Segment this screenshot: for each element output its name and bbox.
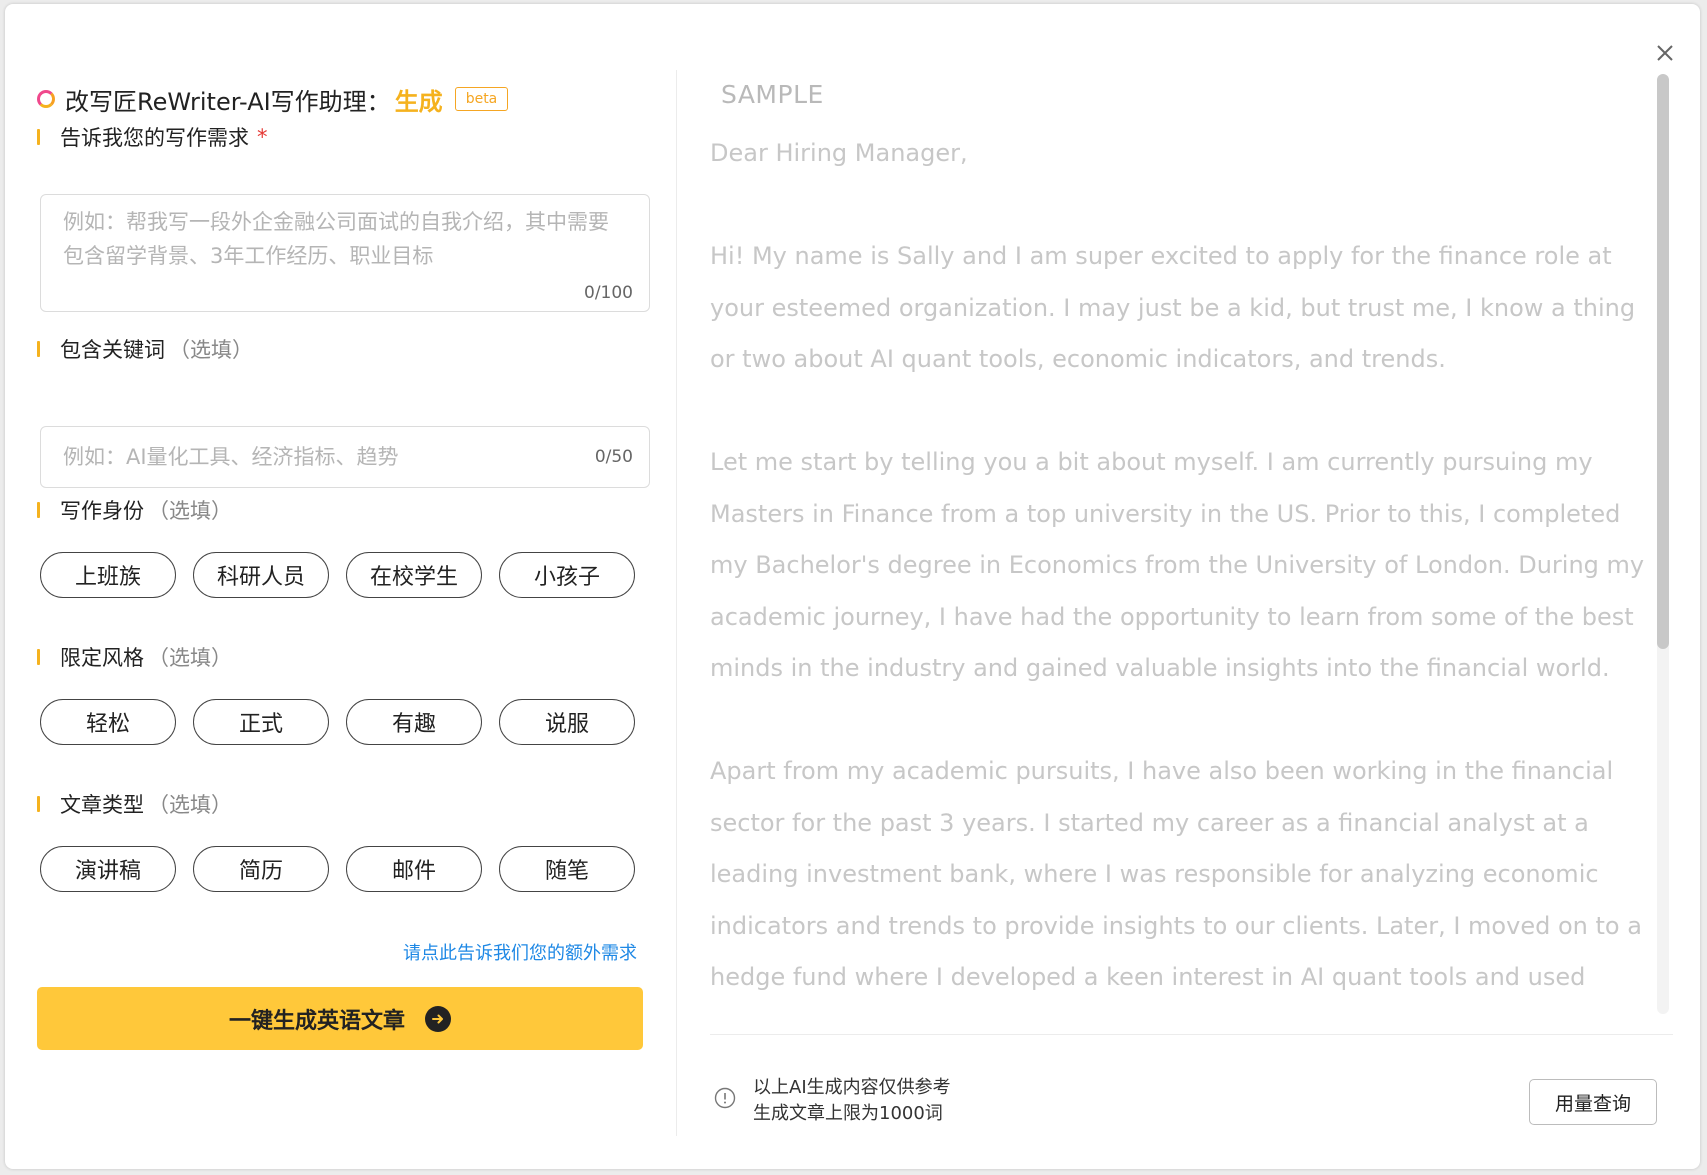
style-options: 轻松 正式 有趣 说服 [40,699,635,745]
style-option[interactable]: 有趣 [346,699,482,745]
required-mark: * [257,125,268,149]
sample-letter: Dear Hiring Manager, Hi! My name is Sall… [710,128,1650,1014]
article-type-option[interactable]: 邮件 [346,846,482,892]
disclaimer-note: 以上AI生成内容仅供参考 [753,1077,951,1098]
style-label-text: 限定风格 [60,646,144,670]
modal-title: 改写匠ReWriter-AI写作助理： 生成 beta [37,81,509,117]
generate-button-label: 一键生成英语文章 [228,1008,405,1034]
identity-option[interactable]: 小孩子 [499,552,635,598]
identity-options: 上班族 科研人员 在校学生 小孩子 [40,552,635,598]
usage-query-button[interactable]: 用量查询 [1529,1079,1657,1125]
section-marker [37,796,40,812]
identity-option[interactable]: 在校学生 [346,552,482,598]
letter-paragraph: Let me start by telling you a bit about … [710,448,1645,682]
requirement-textarea[interactable]: 例如：帮我写一段外企金融公司面试的自我介绍，其中需要包含留学背景、3年工作经历、… [40,194,650,312]
requirement-label: 告诉我您的写作需求 * [37,122,268,152]
section-marker [37,129,40,145]
scrollbar[interactable] [1657,74,1669,1014]
generate-button[interactable]: 一键生成英语文章 [37,987,643,1050]
keywords-label: 包含关键词 （选填） [37,334,253,364]
article-type-label: 文章类型 （选填） [37,789,232,819]
article-type-label-text: 文章类型 [60,793,144,817]
letter-paragraph: Hi! My name is Sally and I am super exci… [710,242,1636,373]
close-icon[interactable] [1650,38,1680,68]
identity-option[interactable]: 上班族 [40,552,176,598]
identity-label-text: 写作身份 [60,499,144,523]
word-limit-note: 生成文章上限为1000词 [753,1103,943,1124]
section-marker [37,502,40,518]
optional-hint: （选填） [148,793,232,817]
info-icon [714,1087,736,1109]
article-type-option[interactable]: 简历 [193,846,329,892]
article-type-option[interactable]: 演讲稿 [40,846,176,892]
rewriter-modal: 改写匠ReWriter-AI写作助理： 生成 beta 告诉我您的写作需求 * … [5,4,1700,1169]
requirement-placeholder: 例如：帮我写一段外企金融公司面试的自我介绍，其中需要包含留学背景、3年工作经历、… [63,210,609,268]
logo-ring-icon [37,90,55,108]
extra-requirement-link[interactable]: 请点此告诉我们您的额外需求 [403,939,637,965]
optional-hint: （选填） [148,499,232,523]
identity-label: 写作身份 （选填） [37,495,232,525]
section-marker [37,341,40,357]
beta-badge: beta [454,87,509,111]
title-mode: 生成 [394,87,443,116]
letter-paragraph: Apart from my academic pursuits, I have … [710,757,1642,991]
section-marker [37,649,40,665]
keywords-placeholder: 例如：AI量化工具、经济指标、趋势 [63,445,399,469]
requirement-label-text: 告诉我您的写作需求 [60,126,249,150]
style-option[interactable]: 说服 [499,699,635,745]
style-label: 限定风格 （选填） [37,642,232,672]
sample-output-area[interactable]: SAMPLE Dear Hiring Manager, Hi! My name … [710,70,1674,1014]
footer-divider [710,1034,1673,1035]
panel-divider [676,70,677,1136]
letter-greeting: Dear Hiring Manager, [710,139,968,167]
keywords-input[interactable]: 例如：AI量化工具、经济指标、趋势 0/50 [40,426,650,488]
style-option[interactable]: 正式 [193,699,329,745]
optional-hint: （选填） [169,338,253,362]
optional-hint: （选填） [148,646,232,670]
title-text: 改写匠ReWriter-AI写作助理： [65,87,391,116]
article-type-options: 演讲稿 简历 邮件 随笔 [40,846,635,892]
arrow-right-icon [425,1005,451,1032]
identity-option[interactable]: 科研人员 [193,552,329,598]
style-option[interactable]: 轻松 [40,699,176,745]
scrollbar-thumb[interactable] [1657,74,1669,649]
sample-tag: SAMPLE [721,80,824,109]
article-type-option[interactable]: 随笔 [499,846,635,892]
keywords-counter: 0/50 [594,447,633,467]
keywords-label-text: 包含关键词 [60,338,165,362]
requirement-counter: 0/100 [584,283,633,303]
